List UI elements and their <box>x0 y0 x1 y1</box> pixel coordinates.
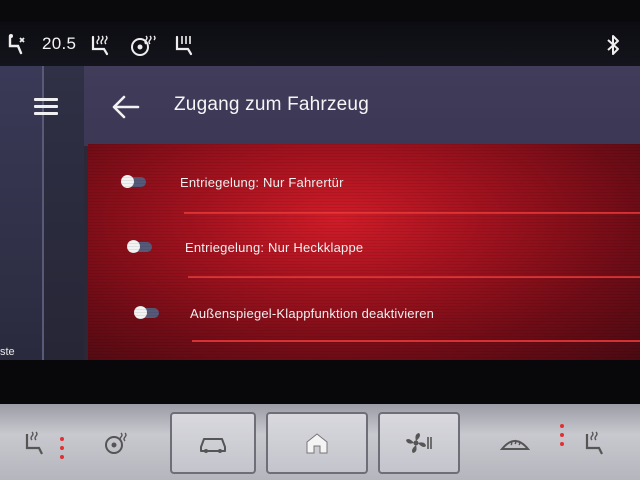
toggle-knob <box>127 240 140 253</box>
screen: ste Zugang zum Fahrzeug Entriegelung: Nu… <box>0 66 640 360</box>
setting-row-mirror-fold[interactable]: Außenspiegel-Klappfunktion deaktivieren <box>88 280 640 344</box>
status-bar: 20.5 <box>0 22 640 85</box>
temperature-readout[interactable]: 20.5 <box>42 34 76 54</box>
steering-wheel-heat-icon[interactable] <box>130 34 156 56</box>
settings-list: Entriegelung: Nur Fahrertür Entriegelung… <box>88 144 640 360</box>
setting-label: Außenspiegel-Klappfunktion deaktivieren <box>190 306 435 321</box>
toggle-knob <box>134 306 147 319</box>
heat-level-indicator-right <box>560 424 564 451</box>
setting-row-driver-door-unlock[interactable]: Entriegelung: Nur Fahrertür <box>88 152 640 216</box>
toggle-switch[interactable] <box>134 306 159 319</box>
page-title: Zugang zum Fahrzeug <box>174 94 369 115</box>
setting-label: Entriegelung: Nur Fahrertür <box>180 175 344 190</box>
bluetooth-icon <box>606 34 620 56</box>
fan-icon[interactable] <box>378 412 460 474</box>
row-divider <box>188 276 640 278</box>
row-divider <box>192 340 640 342</box>
page-header: Zugang zum Fahrzeug <box>84 66 640 146</box>
toggle-knob <box>121 175 134 188</box>
left-panel-label: ste <box>0 346 15 358</box>
menu-icon[interactable] <box>30 94 60 120</box>
seat-heat-icon[interactable] <box>88 34 112 56</box>
back-arrow-icon[interactable] <box>110 94 142 120</box>
car-icon[interactable] <box>170 412 256 474</box>
home-icon[interactable] <box>266 412 368 474</box>
settings-content: Zugang zum Fahrzeug Entriegelung: Nur Fa… <box>84 66 640 360</box>
toggle-switch[interactable] <box>121 175 146 188</box>
row-divider <box>184 212 640 214</box>
windshield-defrost-icon[interactable] <box>492 412 538 474</box>
screen-bezel <box>0 360 640 404</box>
toggle-switch[interactable] <box>127 240 152 253</box>
seat-heat-left-icon[interactable] <box>14 412 54 474</box>
seat-heat-right-icon[interactable] <box>574 412 614 474</box>
steering-wheel-heat-button-icon[interactable] <box>96 412 140 474</box>
seat-ventilation-icon[interactable] <box>172 34 196 56</box>
setting-label: Entriegelung: Nur Heckklappe <box>185 240 364 255</box>
setting-row-tailgate-unlock[interactable]: Entriegelung: Nur Heckklappe <box>88 216 640 280</box>
seat-climate-icon[interactable] <box>6 34 32 56</box>
heat-level-indicator <box>60 437 64 464</box>
